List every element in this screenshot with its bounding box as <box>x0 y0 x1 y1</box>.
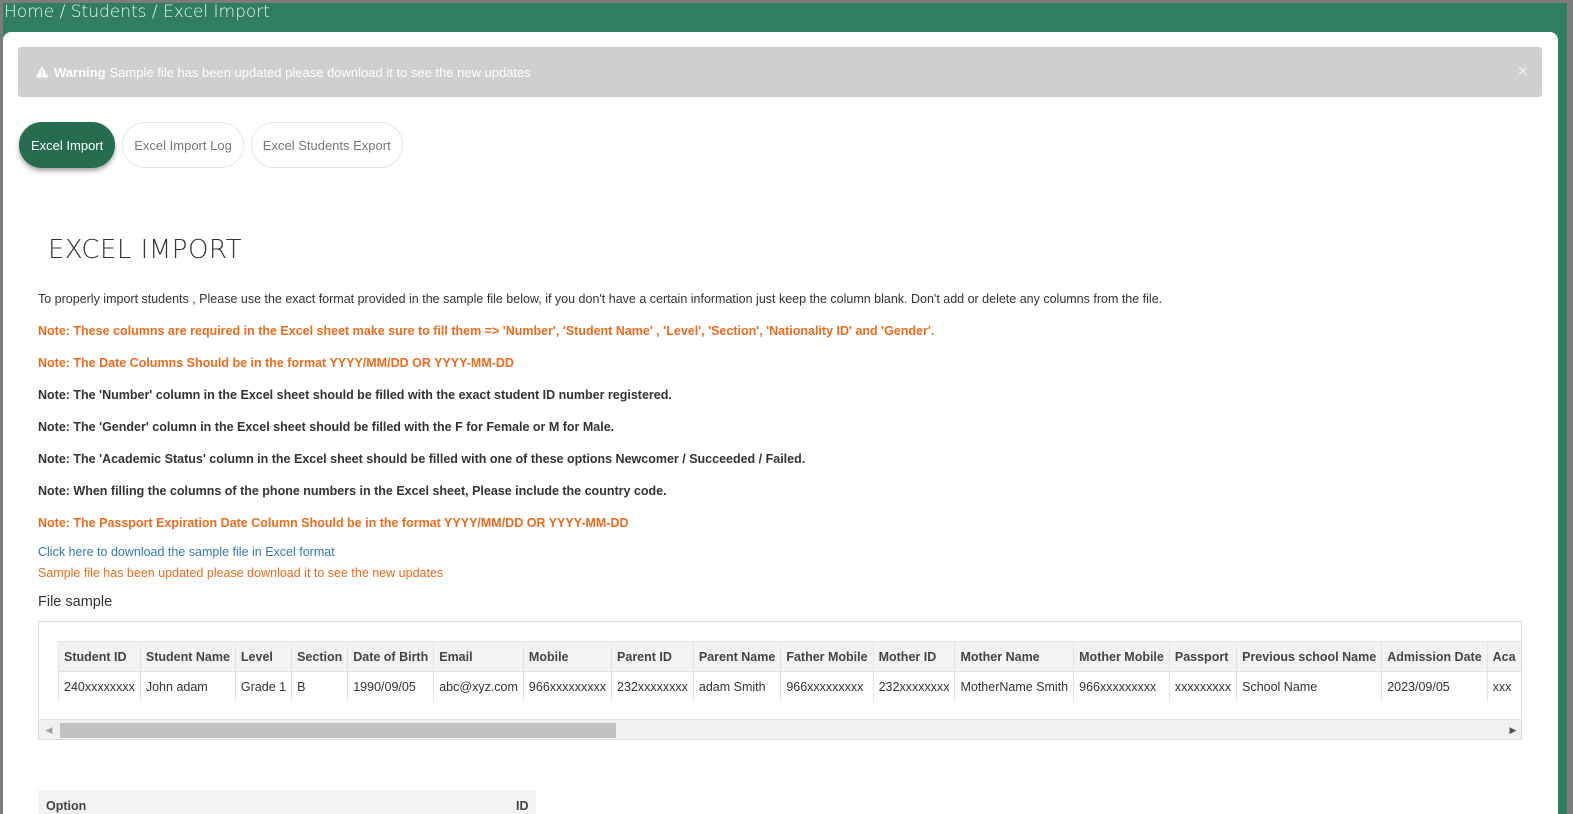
table-cell: 232xxxxxxxx <box>611 671 694 701</box>
download-sample-link[interactable]: Click here to download the sample file i… <box>38 545 335 559</box>
table-cell: 966xxxxxxxxx <box>1073 671 1170 701</box>
table-cell: 966xxxxxxxxx <box>522 671 613 701</box>
table-cell: School Name <box>1236 671 1383 701</box>
table-cell: 966xxxxxxxxx <box>780 671 874 701</box>
table-cell: Grade 1 <box>234 671 293 701</box>
column-header-option: Option <box>46 799 87 813</box>
sample-table: Student ID Student Name Level Section Da… <box>58 641 1521 701</box>
note-required-columns: Note: These columns are required in the … <box>38 324 935 338</box>
tab-bar: Excel Import Excel Import Log Excel Stud… <box>19 122 403 168</box>
breadcrumb-current: Excel Import <box>163 2 270 22</box>
file-sample-title: File sample <box>38 594 113 610</box>
column-header: Aca <box>1486 641 1521 672</box>
sample-table-scroll[interactable]: Student ID Student Name Level Section Da… <box>58 641 1521 701</box>
warning-triangle-icon <box>35 66 49 78</box>
breadcrumb-students[interactable]: Students <box>71 1 147 23</box>
breadcrumb-home[interactable]: Home <box>4 1 54 23</box>
column-header: Mother ID <box>872 641 956 672</box>
table-cell: xxxxxxxxx <box>1168 671 1238 701</box>
column-header: Passport <box>1168 641 1238 672</box>
column-header: Mother Name <box>954 641 1075 672</box>
breadcrumb-separator: / <box>146 2 164 22</box>
close-icon[interactable]: × <box>1517 61 1528 81</box>
note-number-column: Note: The 'Number' column in the Excel s… <box>38 388 672 402</box>
column-header-id: ID <box>516 799 529 813</box>
column-header: Student Name <box>139 641 236 672</box>
table-cell: B <box>291 671 349 701</box>
sample-table-container: Student ID Student Name Level Section Da… <box>38 621 1522 740</box>
scrollbar-thumb[interactable] <box>60 723 616 738</box>
column-header: Previous school Name <box>1236 641 1383 672</box>
breadcrumb: Home / Students / Excel Import <box>4 1 270 23</box>
table-cell: 232xxxxxxxx <box>872 671 956 701</box>
tab-excel-students-export[interactable]: Excel Students Export <box>250 122 403 168</box>
table-cell: 1990/09/05 <box>347 671 435 701</box>
note-phone-numbers: Note: When filling the columns of the ph… <box>38 484 667 498</box>
horizontal-scrollbar[interactable]: ◀ ▶ <box>39 719 1521 739</box>
note-gender-column: Note: The 'Gender' column in the Excel s… <box>38 420 615 434</box>
table-cell: xxx <box>1486 671 1521 701</box>
scroll-left-icon[interactable]: ◀ <box>41 720 57 739</box>
column-header: Section <box>291 641 349 672</box>
column-header: Mother Mobile <box>1073 641 1170 672</box>
table-cell: 2023/09/05 <box>1381 671 1488 701</box>
alert-title: Warning <box>54 64 106 80</box>
alert-message: Sample file has been updated please down… <box>109 64 531 80</box>
table-cell: abc@xyz.com <box>433 671 524 701</box>
table-cell: adam Smith <box>692 671 782 701</box>
sample-updated-text: Sample file has been updated please down… <box>38 566 444 580</box>
column-header: Level <box>234 641 293 672</box>
table-cell: John adam <box>139 671 236 701</box>
column-header: Parent ID <box>611 641 694 672</box>
table-header-row: Student ID Student Name Level Section Da… <box>58 641 1521 672</box>
note-passport-date: Note: The Passport Expiration Date Colum… <box>38 516 629 530</box>
column-header: Email <box>433 641 524 672</box>
page-title: EXCEL IMPORT <box>48 235 242 265</box>
column-header: Parent Name <box>692 641 782 672</box>
column-header: Father Mobile <box>780 641 874 672</box>
column-header: Mobile <box>522 641 613 672</box>
main-card: Warning Sample file has been updated ple… <box>3 32 1558 814</box>
column-header: Admission Date <box>1381 641 1488 672</box>
warning-alert: Warning Sample file has been updated ple… <box>18 47 1542 97</box>
note-date-format: Note: The Date Columns Should be in the … <box>38 356 514 370</box>
note-academic-status: Note: The 'Academic Status' column in th… <box>38 452 806 466</box>
column-header: Date of Birth <box>347 641 435 672</box>
table-row: 240xxxxxxxx John adam Grade 1 B 1990/09/… <box>58 671 1521 701</box>
tab-excel-import[interactable]: Excel Import <box>19 122 116 168</box>
scroll-right-icon[interactable]: ▶ <box>1505 720 1521 739</box>
tab-excel-import-log[interactable]: Excel Import Log <box>122 122 244 168</box>
option-table-header: Option ID <box>38 790 536 814</box>
breadcrumb-separator: / <box>54 2 71 22</box>
table-cell: MotherName Smith <box>954 671 1075 701</box>
table-cell: 240xxxxxxxx <box>58 671 141 701</box>
column-header: Student ID <box>58 641 141 672</box>
intro-text: To properly import students , Please use… <box>38 292 1163 306</box>
